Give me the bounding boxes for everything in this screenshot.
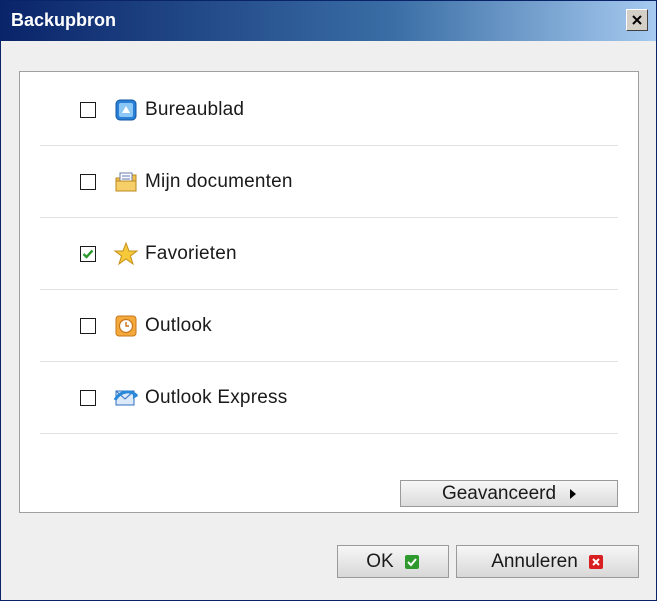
checkmark-icon	[82, 249, 94, 259]
dialog-title: Backupbron	[11, 10, 117, 30]
list-item-mijn-documenten[interactable]: Mijn documenten	[40, 146, 618, 218]
favorieten-checkbox[interactable]	[80, 245, 96, 262]
red-x-icon	[588, 554, 603, 569]
backup-source-dialog: Backupbron Bureaublad Mijn documenten Fa…	[0, 0, 657, 601]
mijn-documenten-checkbox[interactable]	[80, 173, 96, 190]
advanced-button[interactable]: Geavanceerd	[400, 480, 618, 507]
advanced-button-label: Geavanceerd	[441, 482, 557, 504]
arrow-right-icon	[570, 488, 577, 499]
bureaublad-checkbox[interactable]	[80, 101, 96, 118]
ok-button-label: OK	[366, 550, 394, 572]
bureaublad-label: Bureaublad	[145, 98, 245, 120]
favorieten-label: Favorieten	[145, 242, 237, 264]
cancel-button[interactable]: Annuleren	[456, 545, 639, 578]
outlook-clock-icon	[113, 313, 139, 339]
list-item-outlook[interactable]: Outlook	[40, 290, 618, 362]
desktop-icon	[113, 97, 139, 123]
ok-button[interactable]: OK	[337, 545, 449, 578]
list-item-bureaublad[interactable]: Bureaublad	[40, 74, 618, 146]
source-list-panel: Bureaublad Mijn documenten Favorieten Ou…	[19, 71, 639, 513]
star-icon	[113, 241, 139, 267]
green-check-icon	[404, 554, 419, 569]
outlook-checkbox[interactable]	[80, 317, 96, 334]
titlebar: Backupbron	[1, 1, 656, 41]
outlook-express-icon	[113, 385, 139, 411]
close-icon	[632, 15, 642, 25]
outlook-express-label: Outlook Express	[145, 386, 288, 408]
list-item-outlook-express[interactable]: Outlook Express	[40, 362, 618, 434]
mijn-documenten-label: Mijn documenten	[145, 170, 293, 192]
close-button[interactable]	[626, 9, 648, 31]
cancel-button-label: Annuleren	[491, 550, 578, 572]
documents-icon	[113, 169, 139, 195]
list-item-favorieten[interactable]: Favorieten	[40, 218, 618, 290]
outlook-express-checkbox[interactable]	[80, 389, 96, 406]
outlook-label: Outlook	[145, 314, 212, 336]
